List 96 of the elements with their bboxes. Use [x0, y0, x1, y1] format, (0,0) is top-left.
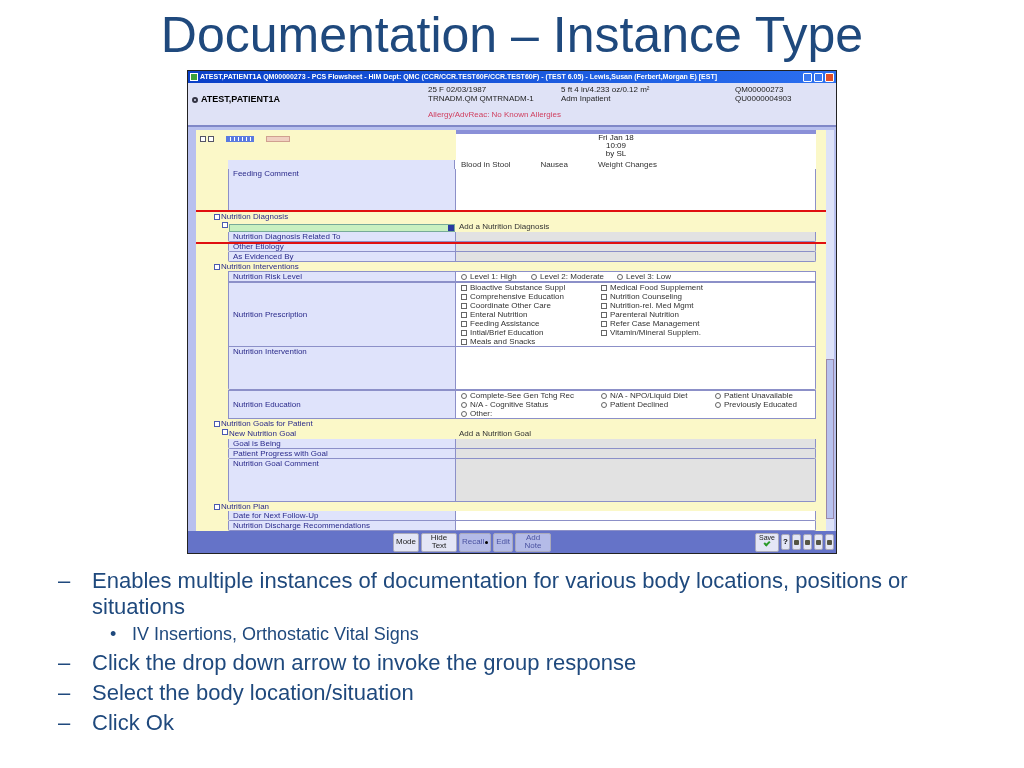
maximize-icon[interactable]	[814, 72, 823, 82]
checkbox[interactable]	[461, 293, 467, 300]
patient-detail: 25 F 02/03/1987	[428, 85, 488, 94]
option-label: Complete-See Gen Tchg Rec	[470, 391, 574, 400]
option-label: Nutrition-rel. Med Mgmt	[610, 301, 694, 310]
allergy-text: Allergy/AdvReac: No Known Allergies	[428, 109, 562, 121]
option-label: Comprehensive Education	[470, 292, 564, 301]
bullet-marker: –	[58, 568, 72, 595]
option-label: Medical Food Supplement	[610, 283, 703, 292]
bullet-marker: •	[110, 623, 118, 646]
section-header: Nutrition Diagnosis	[221, 212, 289, 221]
radio-button[interactable]	[715, 401, 721, 408]
checkbox[interactable]	[601, 329, 607, 336]
toolbar-button[interactable]: Hide Text	[421, 532, 457, 552]
horizontal-scrollbar[interactable]	[456, 130, 816, 134]
option-label: Weight Changes	[597, 160, 657, 169]
radio-button[interactable]	[715, 392, 721, 399]
checkbox[interactable]	[601, 293, 607, 300]
bullet-text: Click the drop down arrow to invoke the group response	[92, 650, 637, 676]
radio-button[interactable]	[601, 401, 607, 408]
scroll-thumb[interactable]	[826, 359, 834, 519]
radio-button[interactable]	[617, 273, 623, 280]
add-instance-link[interactable]: Add a Nutrition Goal	[455, 429, 532, 438]
bullet-text: Enables multiple instances of documentation for various body locations, positions or situations	[92, 568, 909, 620]
column-header-text: by SL	[605, 150, 627, 158]
checkbox[interactable]	[461, 284, 467, 291]
help-button[interactable]: ?	[781, 534, 790, 550]
section-header: Nutrition Goals for Patient	[221, 419, 313, 428]
checkbox[interactable]	[461, 311, 467, 318]
collapse-icon[interactable]	[214, 503, 220, 510]
bullet-marker: –	[58, 650, 72, 676]
slide-title: Documentation – Instance Type	[160, 10, 864, 60]
patient-detail: QU0000004903	[735, 94, 793, 103]
group-label: New Nutrition Goal	[229, 429, 297, 438]
patient-detail: Adm Inpatient	[561, 94, 612, 103]
row-label: Nutrition Education	[229, 391, 456, 418]
section-header: Nutrition Plan	[221, 502, 270, 511]
checkbox[interactable]	[601, 302, 607, 309]
checkbox[interactable]	[461, 302, 467, 309]
status-icon	[192, 97, 198, 103]
option-label: Previously Educated	[724, 400, 797, 409]
patient-name: ATEST,PATIENT1A	[201, 93, 280, 107]
column-header-text: Fri Jan 18	[598, 134, 634, 142]
checkbox[interactable]	[601, 311, 607, 318]
close-icon[interactable]	[825, 72, 834, 82]
option-label: Blood in Stool	[461, 160, 511, 169]
column-header-text: 10:09	[606, 142, 626, 150]
option-label: Other:	[470, 409, 493, 418]
option-label: Feeding Assistance	[470, 319, 540, 328]
checkbox[interactable]	[601, 284, 607, 291]
minimize-icon[interactable]	[803, 72, 812, 82]
option-label: Level 3: Low	[626, 272, 671, 281]
option-label: Nutrition Counseling	[610, 292, 683, 301]
option-label: Level 2: Moderate	[540, 272, 605, 281]
row-label: Nutrition Prescription	[229, 283, 456, 346]
option-label: Bioactive Substance Suppl	[470, 283, 566, 292]
section-header: Nutrition Interventions	[221, 262, 299, 271]
row-label: Nutrition Risk Level	[229, 272, 456, 281]
bullet-text: IV Insertions, Orthostatic Vital Signs	[132, 623, 419, 646]
option-label: Parenteral Nutrition	[610, 310, 679, 319]
collapse-icon[interactable]	[214, 263, 220, 270]
radio-button[interactable]	[461, 392, 467, 399]
option-label: Enteral Nutrition	[470, 310, 528, 319]
collapse-icon[interactable]	[200, 136, 206, 142]
radio-button[interactable]	[601, 392, 607, 399]
checkbox[interactable]	[601, 320, 607, 327]
option-label: Patient Unavailable	[724, 391, 793, 400]
radio-button[interactable]	[461, 273, 467, 280]
checkbox[interactable]	[461, 338, 467, 345]
option-label: Patient Declined	[610, 400, 669, 409]
option-label: Meals and Snacks	[470, 337, 536, 346]
option-label: Coordinate Other Care	[470, 301, 551, 310]
option-label: Level 1: High	[470, 272, 517, 281]
bullet-marker: –	[58, 680, 72, 706]
vertical-scrollbar[interactable]	[826, 130, 834, 531]
patient-detail: 5 ft 4 in/4.233 oz/0.12 m²	[561, 85, 651, 94]
option-label: Nausea	[540, 160, 568, 169]
toolbar-button[interactable]: Mode	[393, 532, 419, 552]
option-label: Vitamin/Mineral Supplem.	[610, 328, 701, 337]
radio-button[interactable]	[461, 410, 467, 417]
option-label: Intial/Brief Education	[470, 328, 544, 337]
option-label: N/A - NPO/Liquid Diet	[610, 391, 688, 400]
radio-button[interactable]	[531, 273, 537, 280]
grid-view-icon[interactable]	[226, 136, 254, 142]
bullet-marker: –	[58, 710, 72, 736]
radio-button[interactable]	[461, 401, 467, 408]
option-label: N/A - Cognitive Status	[470, 400, 549, 409]
patient-detail: QM00000273	[735, 85, 785, 94]
patient-detail: TRNADM.QM QMTRNADM-1	[428, 94, 535, 103]
checkbox[interactable]	[461, 320, 467, 327]
checkbox[interactable]	[461, 329, 467, 336]
bullet-text: Click Ok	[92, 710, 174, 736]
caret-icon	[485, 540, 489, 544]
bullet-text: Select the body location/situation	[92, 680, 414, 706]
option-label: Refer Case Management	[610, 319, 700, 328]
app-icon	[190, 73, 198, 81]
